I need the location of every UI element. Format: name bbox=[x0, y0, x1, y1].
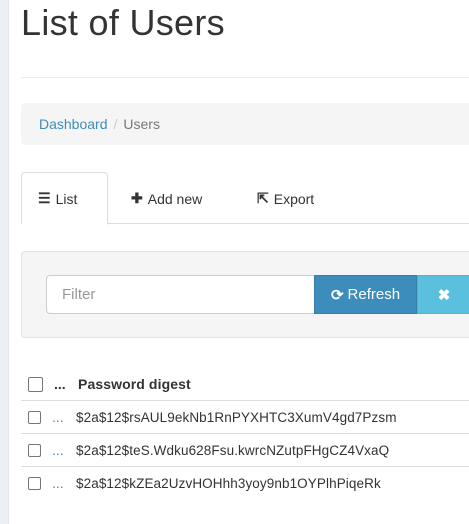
export-icon: ⇱ bbox=[257, 190, 269, 206]
clear-filter-button[interactable]: ✖ bbox=[417, 275, 469, 314]
users-table: ... Password digest ... $2a$12$rsAUL9ekN… bbox=[21, 368, 469, 499]
close-icon: ✖ bbox=[437, 286, 451, 304]
breadcrumb-separator: / bbox=[113, 116, 118, 132]
row-actions-link[interactable]: ... bbox=[52, 409, 76, 425]
breadcrumb-current: Users bbox=[123, 116, 160, 132]
password-digest-cell: $2a$12$rsAUL9ekNb1RnPYXHTC3XumV4gd7Pzsm bbox=[76, 409, 397, 425]
refresh-button-label: Refresh bbox=[347, 286, 401, 303]
refresh-button[interactable]: ⟳ Refresh bbox=[314, 275, 417, 314]
breadcrumb: Dashboard / Users bbox=[21, 103, 469, 145]
actions-column-header: ... bbox=[54, 376, 66, 392]
password-digest-header[interactable]: Password digest bbox=[78, 376, 458, 392]
title-divider bbox=[21, 77, 469, 78]
tab-export[interactable]: ⇱ Export bbox=[257, 172, 314, 225]
row-actions-link[interactable]: ... bbox=[52, 442, 76, 458]
tab-export-label: Export bbox=[273, 190, 315, 207]
list-icon: ☰ bbox=[38, 190, 51, 206]
plus-icon: ✚ bbox=[131, 190, 143, 206]
row-actions-link[interactable]: ... bbox=[52, 475, 76, 491]
breadcrumb-dashboard-link[interactable]: Dashboard bbox=[39, 116, 108, 132]
tab-list[interactable]: ☰ List bbox=[21, 172, 108, 225]
filter-input[interactable] bbox=[46, 275, 314, 314]
tab-bar: ☰ List ✚ Add new ⇱ Export bbox=[21, 172, 469, 225]
select-all-checkbox[interactable] bbox=[28, 376, 43, 392]
row-checkbox[interactable] bbox=[28, 410, 41, 424]
password-digest-cell: $2a$12$kZEa2UzvHOHhh3yoy9nb1OYPlhPiqeRk bbox=[76, 475, 381, 491]
password-digest-cell: $2a$12$teS.Wdku628Fsu.kwrcNZutpFHgCZ4Vxa… bbox=[76, 442, 390, 458]
tab-list-label: List bbox=[55, 190, 78, 207]
tab-add-new-label: Add new bbox=[147, 190, 203, 207]
table-row: ... $2a$12$teS.Wdku628Fsu.kwrcNZutpFHgCZ… bbox=[21, 433, 469, 466]
page-title: List of Users bbox=[21, 2, 225, 43]
filter-panel: ⟳ Refresh ✖ bbox=[21, 251, 469, 338]
table-row: ... $2a$12$rsAUL9ekNb1RnPYXHTC3XumV4gd7P… bbox=[21, 400, 469, 433]
table-row: ... $2a$12$kZEa2UzvHOHhh3yoy9nb1OYPlhPiq… bbox=[21, 466, 469, 499]
sidebar-edge bbox=[0, 0, 9, 524]
table-header-row: ... Password digest bbox=[21, 368, 469, 400]
tab-add-new[interactable]: ✚ Add new bbox=[131, 172, 202, 225]
row-checkbox[interactable] bbox=[28, 443, 41, 457]
row-checkbox[interactable] bbox=[28, 476, 41, 490]
refresh-icon: ⟳ bbox=[330, 286, 344, 304]
